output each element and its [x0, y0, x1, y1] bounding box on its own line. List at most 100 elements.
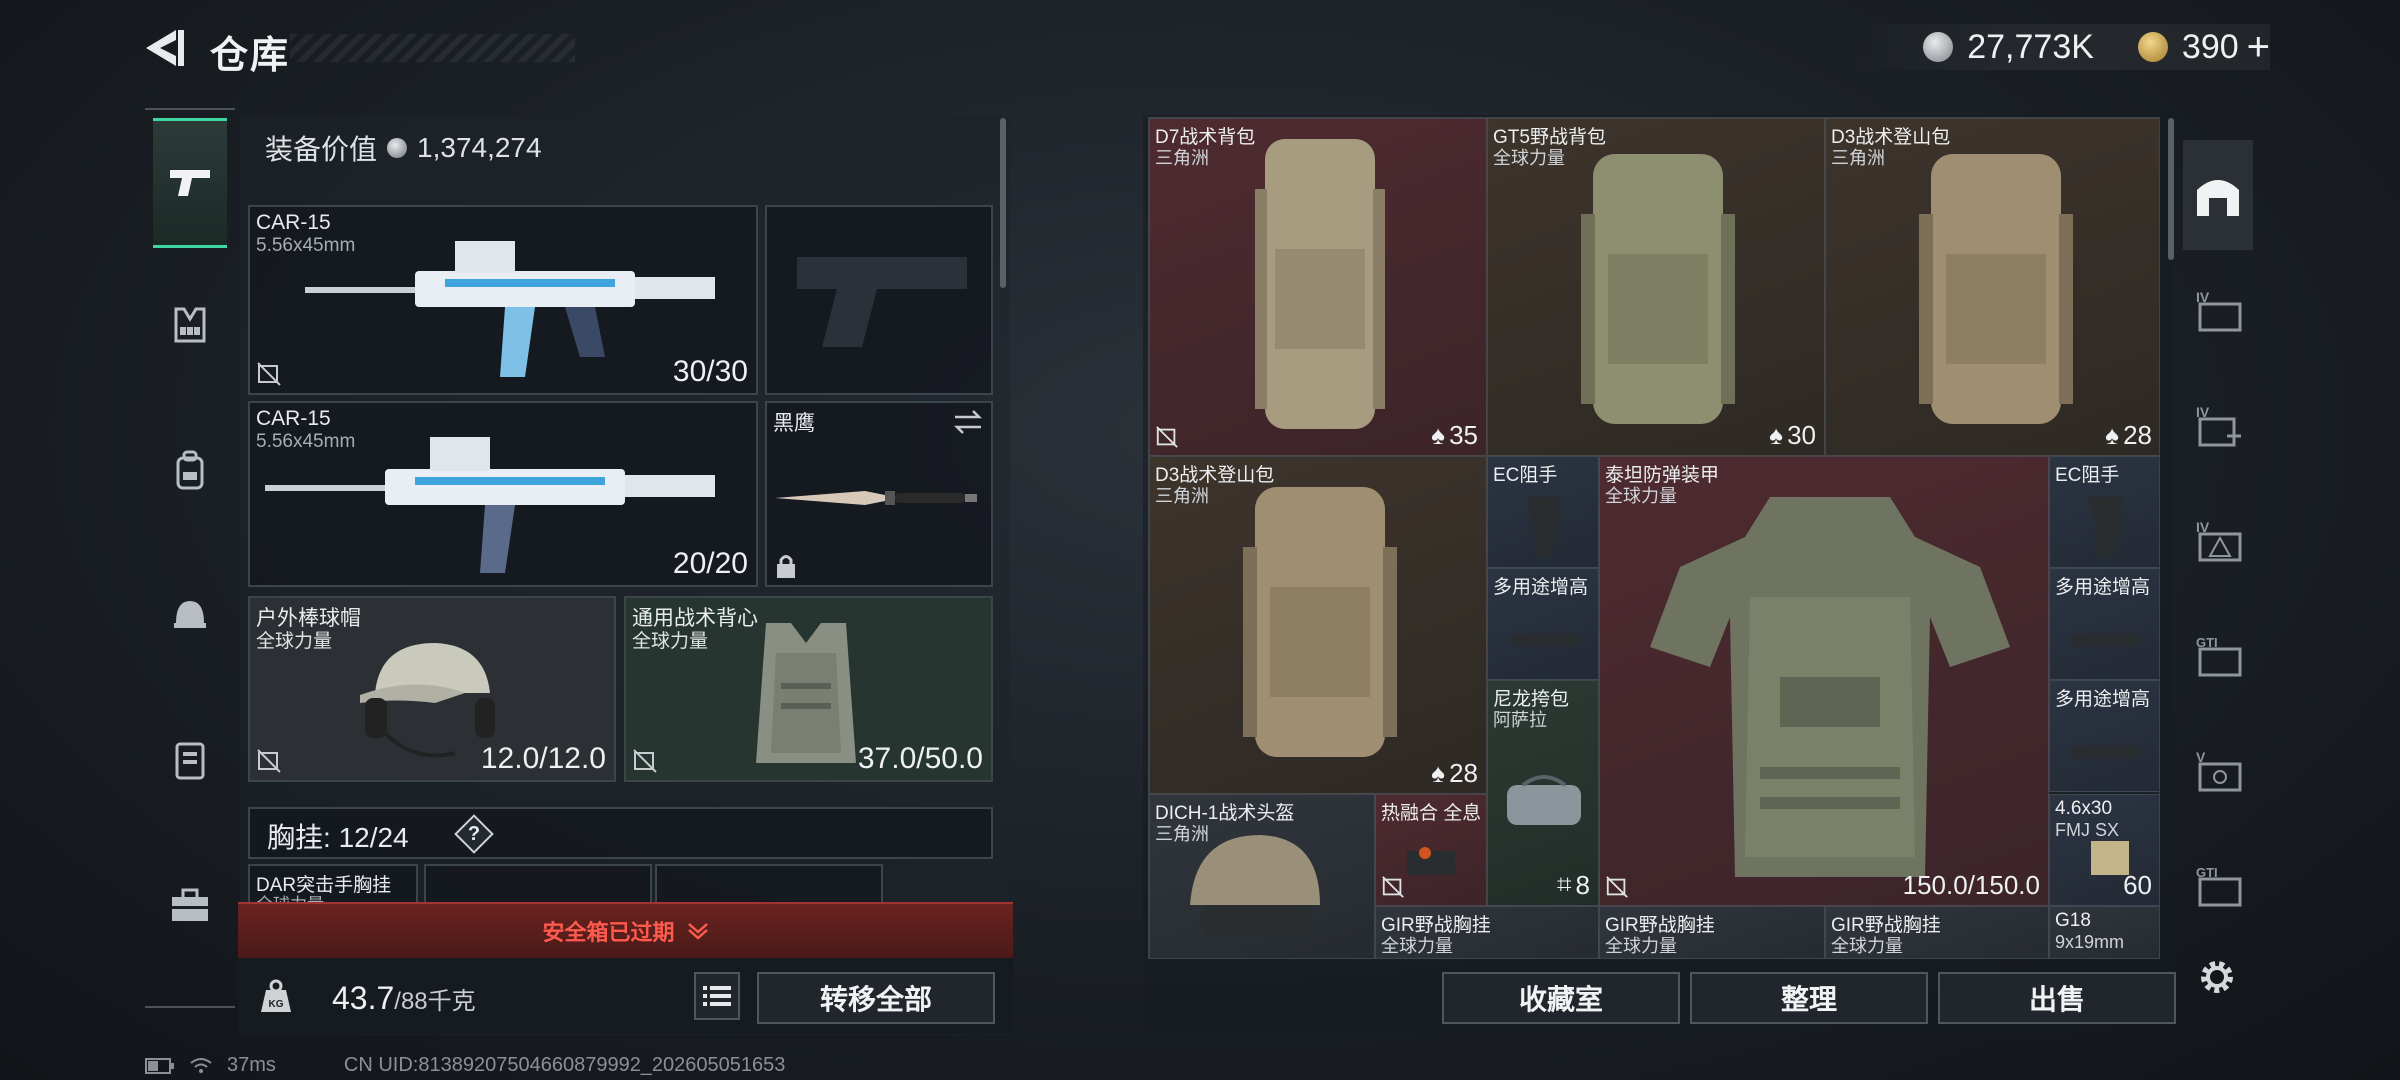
- storage-item[interactable]: GIR野战胸挂 全球力量: [1375, 906, 1599, 958]
- equipment-value-label: 装备价值: [265, 134, 378, 165]
- storage-tab-main[interactable]: [2183, 140, 2253, 250]
- item-name: 4.6x30: [2055, 798, 2113, 819]
- helmet-slot[interactable]: 户外棒球帽 全球力量 12.0/12.0: [248, 596, 616, 782]
- silver-balance: 27,773K: [1967, 27, 2094, 66]
- storage-item[interactable]: EC阻手: [2049, 456, 2159, 568]
- storage-item[interactable]: GT5野战背包 全球力量 ♠ 30: [1487, 118, 1825, 456]
- storage-item[interactable]: EC阻手: [1487, 456, 1599, 568]
- ping-value: 37ms: [227, 1054, 276, 1076]
- item-name: EC阻手: [2055, 465, 2120, 486]
- backpack-image: [1581, 154, 1735, 424]
- storage-item[interactable]: D3战术登山包 三角洲 ♠ 28: [1825, 118, 2159, 456]
- rig-slot-empty[interactable]: [424, 864, 652, 904]
- back-button[interactable]: [140, 26, 190, 70]
- grip-image: [1526, 497, 1560, 557]
- help-icon: ?: [467, 823, 481, 845]
- sidearm-slot-empty[interactable]: [765, 205, 993, 395]
- item-durability: 150.0/150.0: [1902, 870, 2040, 900]
- insurance-off-icon: [1156, 426, 1178, 448]
- primary-weapon-slot-2[interactable]: CAR-15 5.56x45mm 20/20: [248, 401, 758, 587]
- insurance-off-icon: [633, 749, 657, 773]
- storage-tab-gti-2[interactable]: GTI: [2183, 830, 2253, 940]
- pistol-icon: [170, 170, 210, 196]
- lock-icon: [777, 555, 795, 578]
- item-faction: 全球力量: [1831, 936, 1903, 956]
- storage-scrollbar[interactable]: [2168, 118, 2174, 260]
- capacity-icon: ⌗: [1556, 869, 1572, 899]
- rig-item-slot[interactable]: DAR突击手胸挂 全球力量: [248, 864, 418, 904]
- insurance-off-icon: [257, 749, 281, 773]
- storage-item[interactable]: GIR野战胸挂 全球力量: [1825, 906, 2049, 958]
- item-faction: 全球力量: [1605, 936, 1677, 956]
- storage-item[interactable]: D7战术背包 三角洲 ♠ 35: [1149, 118, 1487, 456]
- storage-item[interactable]: D3战术登山包 三角洲 ♠ 28: [1149, 456, 1487, 794]
- storage-item[interactable]: 热融合 全息: [1375, 794, 1487, 906]
- capacity-value: 8: [1575, 869, 1590, 900]
- storage-tab-5[interactable]: V: [2183, 715, 2253, 825]
- collection-room-button[interactable]: 收藏室: [1442, 972, 1680, 1024]
- safe-box-banner[interactable]: 安全箱已过期: [238, 902, 1013, 958]
- chest-rig-icon: [174, 307, 206, 343]
- organize-button[interactable]: 整理: [1690, 972, 1928, 1024]
- melee-name: 黑鹰: [773, 412, 815, 435]
- rig-slot-empty[interactable]: [655, 864, 883, 904]
- storage-tab-gti[interactable]: GTI: [2183, 600, 2253, 710]
- sell-button[interactable]: 出售: [1938, 972, 2176, 1024]
- category-backpack[interactable]: [153, 405, 227, 535]
- storage-item[interactable]: GIR野战胸挂 全球力量: [1599, 906, 1825, 958]
- primary-weapon-slot-1[interactable]: CAR-15 5.56x45mm 30/30: [248, 205, 758, 395]
- equipment-value: 装备价值 1,374,274: [265, 128, 542, 168]
- category-helmet[interactable]: [153, 550, 227, 680]
- folder-icon: IV: [2196, 289, 2242, 332]
- storage-tab-4-alt[interactable]: IV: [2183, 485, 2253, 595]
- riser-image: [2072, 634, 2140, 646]
- melee-slot[interactable]: 黑鹰: [765, 401, 993, 587]
- armor-slot[interactable]: 通用战术背心 全球力量 37.0/50.0: [624, 596, 993, 782]
- silver-coin-icon: [387, 138, 408, 158]
- riser-image: [1510, 634, 1578, 646]
- list-view-button[interactable]: [694, 972, 740, 1020]
- swap-icon[interactable]: [953, 409, 983, 435]
- folder-gti-icon: GTI: [2196, 865, 2242, 907]
- safe-box-status: 安全箱已过期: [238, 904, 1013, 958]
- helmet-durability: 12.0/12.0: [480, 742, 606, 775]
- toolbox-icon: [172, 888, 208, 921]
- chest-rig-label: 胸挂:: [267, 822, 331, 853]
- storage-item[interactable]: DICH-1战术头盔 三角洲: [1149, 794, 1375, 958]
- item-faction: 三角洲: [1155, 148, 1209, 168]
- capacity-icon: ♠: [1431, 758, 1446, 788]
- storage-item[interactable]: 4.6x30 FMJ SX 60: [2049, 794, 2159, 906]
- category-toolbox[interactable]: [153, 840, 227, 970]
- category-weapons[interactable]: [153, 118, 227, 248]
- storage-item[interactable]: 多用途增高: [2049, 680, 2159, 792]
- storage-item[interactable]: 泰坦防弹装甲 全球力量 150.0/150.0: [1599, 456, 2049, 906]
- tactical-helmet-image: [1190, 835, 1320, 935]
- storage-item[interactable]: 多用途增高: [1487, 568, 1599, 680]
- gear-icon[interactable]: [2195, 955, 2239, 999]
- holo-sight-image: [1407, 847, 1455, 875]
- item-name: EC阻手: [1493, 465, 1558, 486]
- storage-tab-4[interactable]: IV: [2183, 255, 2253, 365]
- capacity-icon: ♠: [2105, 420, 2120, 450]
- transfer-all-button[interactable]: 转移全部: [757, 972, 995, 1024]
- chevron-down-icon: [687, 923, 708, 940]
- item-name: 多用途增高: [2055, 577, 2151, 598]
- category-chest-rig[interactable]: [153, 260, 227, 390]
- loadout-scrollbar[interactable]: [1000, 118, 1006, 288]
- add-currency-button[interactable]: +: [2247, 25, 2270, 70]
- capacity-icon: ♠: [1431, 420, 1446, 450]
- item-name: G18: [2055, 910, 2091, 931]
- storage-item[interactable]: 尼龙挎包 阿萨拉 ⌗ 8: [1487, 680, 1599, 906]
- storage-tab-4-add[interactable]: IV: [2183, 370, 2253, 480]
- body-armor-image: [1650, 497, 2010, 877]
- weight-icon-label: KG: [269, 999, 284, 1010]
- insurance-off-icon: [257, 362, 281, 386]
- folder-add-icon: IV: [2196, 404, 2241, 447]
- ammo-count: 20/20: [672, 547, 748, 580]
- category-armor[interactable]: [153, 695, 227, 825]
- item-name: 热融合 全息: [1381, 803, 1482, 824]
- storage-item[interactable]: 多用途增高: [2049, 568, 2159, 680]
- item-name: 多用途增高: [1493, 577, 1589, 598]
- storage-item[interactable]: G18 9x19mm: [2049, 906, 2159, 958]
- folder-warning-icon: IV: [2196, 519, 2242, 562]
